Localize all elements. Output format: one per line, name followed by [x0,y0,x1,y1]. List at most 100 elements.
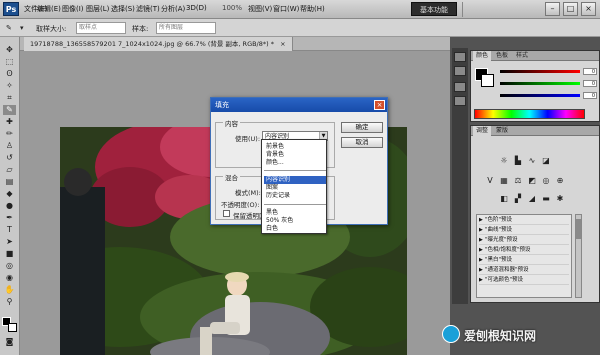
curves-icon[interactable]: ∿ [526,155,538,166]
clone-stamp-tool-icon[interactable]: ♙ [3,141,16,151]
blue-slider[interactable] [500,94,580,97]
shape-tool-icon[interactable]: ■ [3,249,16,259]
hue-saturation-icon[interactable]: ▦ [498,175,510,186]
menu-3d[interactable]: 3D(D) [186,4,207,12]
photo-filter-icon[interactable]: ◎ [540,175,552,186]
menu-view[interactable]: 视图(V) [248,4,272,14]
close-icon[interactable]: × [581,2,596,16]
dropdown-item-content-aware[interactable]: 内容识别 [264,176,326,184]
history-panel-icon[interactable] [454,52,466,62]
3d-camera-tool-icon[interactable]: ◉ [3,273,16,283]
list-item[interactable]: ▶ "通道混和器"预设 [479,266,569,275]
maximize-icon[interactable]: □ [563,2,578,16]
tool-preset-arrow-icon[interactable]: ▾ [20,24,24,32]
dropdown-item-black[interactable]: 黑色 [264,209,326,217]
character-panel-icon[interactable] [454,82,466,92]
dialog-close-icon[interactable]: × [374,100,385,110]
menu-filter[interactable]: 滤镜(T) [136,4,160,14]
document-tab[interactable]: 19718788_136558579201 7_1024x1024.jpg @ … [24,37,293,51]
sample-size-select[interactable]: 取样点 [76,22,126,34]
workspace-button[interactable]: 基本功能 [411,2,457,16]
ok-button[interactable]: 确定 [341,122,383,133]
scroll-thumb[interactable] [576,219,581,239]
list-item[interactable]: ▶ "曝光度"预设 [479,236,569,245]
background-swatch[interactable] [481,74,494,87]
selective-color-icon[interactable]: ✱ [554,193,566,204]
red-value[interactable]: 0 [583,68,597,75]
tab-styles[interactable]: 样式 [513,51,531,61]
posterize-icon[interactable]: ▞ [512,193,524,204]
paragraph-panel-icon[interactable] [454,96,466,106]
quick-select-tool-icon[interactable]: ✧ [3,81,16,91]
preserve-transparency-checkbox[interactable] [223,210,230,217]
tab-close-icon[interactable]: × [280,40,285,48]
history-brush-tool-icon[interactable]: ↺ [3,153,16,163]
dropdown-item-gray[interactable]: 50% 灰色 [264,217,326,225]
dropdown-item-background[interactable]: 背景色 [264,151,326,159]
dodge-tool-icon[interactable]: ● [3,201,16,211]
gradient-map-icon[interactable]: ▬ [540,193,552,204]
sample-label: 样本: [132,25,149,33]
eyedropper-icon[interactable]: ✎ [6,24,12,32]
cancel-button[interactable]: 取消 [341,137,383,148]
marquee-tool-icon[interactable]: ⬚ [3,57,16,67]
minimize-icon[interactable]: – [545,2,560,16]
list-item[interactable]: ▶ "色相/饱和度"预设 [479,246,569,255]
tab-adjustments[interactable]: 调整 [473,126,492,136]
menu-layer[interactable]: 图层(L) [86,4,109,14]
crop-tool-icon[interactable]: ⌗ [3,93,16,103]
tab-swatches[interactable]: 色板 [493,51,511,61]
levels-icon[interactable]: ▙ [512,155,524,166]
vibrance-icon[interactable]: V [484,175,496,186]
list-item[interactable]: ▶ "曲线"预设 [479,226,569,235]
dropdown-item-history[interactable]: 历史记录 [264,192,326,200]
menu-image[interactable]: 图像(I) [62,4,84,14]
sample-select[interactable]: 所有图层 [156,22,216,34]
list-item[interactable]: ▶ "黑白"预设 [479,256,569,265]
tab-color[interactable]: 颜色 [473,51,492,61]
eraser-tool-icon[interactable]: ▱ [3,165,16,175]
type-tool-icon[interactable]: T [3,225,16,235]
green-slider[interactable] [500,82,580,85]
menu-select[interactable]: 选择(S) [111,4,135,14]
blur-tool-icon[interactable]: ◆ [3,189,16,199]
lasso-tool-icon[interactable]: ʘ [3,69,16,79]
tab-masks[interactable]: 蒙版 [493,126,511,136]
background-color-icon[interactable] [8,323,17,332]
channel-mixer-icon[interactable]: ⊕ [554,175,566,186]
black-white-icon[interactable]: ◩ [526,175,538,186]
red-slider[interactable] [500,70,580,73]
path-select-tool-icon[interactable]: ➤ [3,237,16,247]
zoom-tool-icon[interactable]: ⚲ [3,297,16,307]
healing-brush-tool-icon[interactable]: ✚ [3,117,16,127]
green-value[interactable]: 0 [583,80,597,87]
eyedropper-tool-icon[interactable]: ✎ [3,105,16,115]
pen-tool-icon[interactable]: ✒ [3,213,16,223]
presets-scrollbar[interactable] [575,214,582,298]
invert-icon[interactable]: ◧ [498,193,510,204]
brightness-icon[interactable]: ☼ [498,155,510,166]
brush-tool-icon[interactable]: ✏ [3,129,16,139]
actions-panel-icon[interactable] [454,66,466,76]
menu-analysis[interactable]: 分析(A) [161,4,185,14]
zoom-level[interactable]: 100% [222,4,242,12]
blue-value[interactable]: 0 [583,92,597,99]
list-item[interactable]: ▶ "色阶"预设 [479,216,569,225]
3d-rotate-tool-icon[interactable]: ◎ [3,261,16,271]
gradient-tool-icon[interactable]: ▤ [3,177,16,187]
menu-window[interactable]: 窗口(W) [273,4,299,14]
menu-help[interactable]: 帮助(H) [300,4,325,14]
color-spectrum[interactable] [474,109,585,119]
dropdown-item-pattern[interactable]: 图案 [264,184,326,192]
quick-mask-icon[interactable]: ◙ [3,337,16,347]
list-item[interactable]: ▶ "可选颜色"预设 [479,276,569,285]
dropdown-item-color[interactable]: 颜色... [264,159,326,167]
dropdown-item-white[interactable]: 白色 [264,225,326,233]
hand-tool-icon[interactable]: ✋ [3,285,16,295]
threshold-icon[interactable]: ◢ [526,193,538,204]
exposure-icon[interactable]: ◪ [540,155,552,166]
move-tool-icon[interactable]: ✥ [3,45,16,55]
dropdown-item-foreground[interactable]: 前景色 [264,143,326,151]
menu-edit[interactable]: 编辑(E) [37,4,61,14]
color-balance-icon[interactable]: ⚖ [512,175,524,186]
